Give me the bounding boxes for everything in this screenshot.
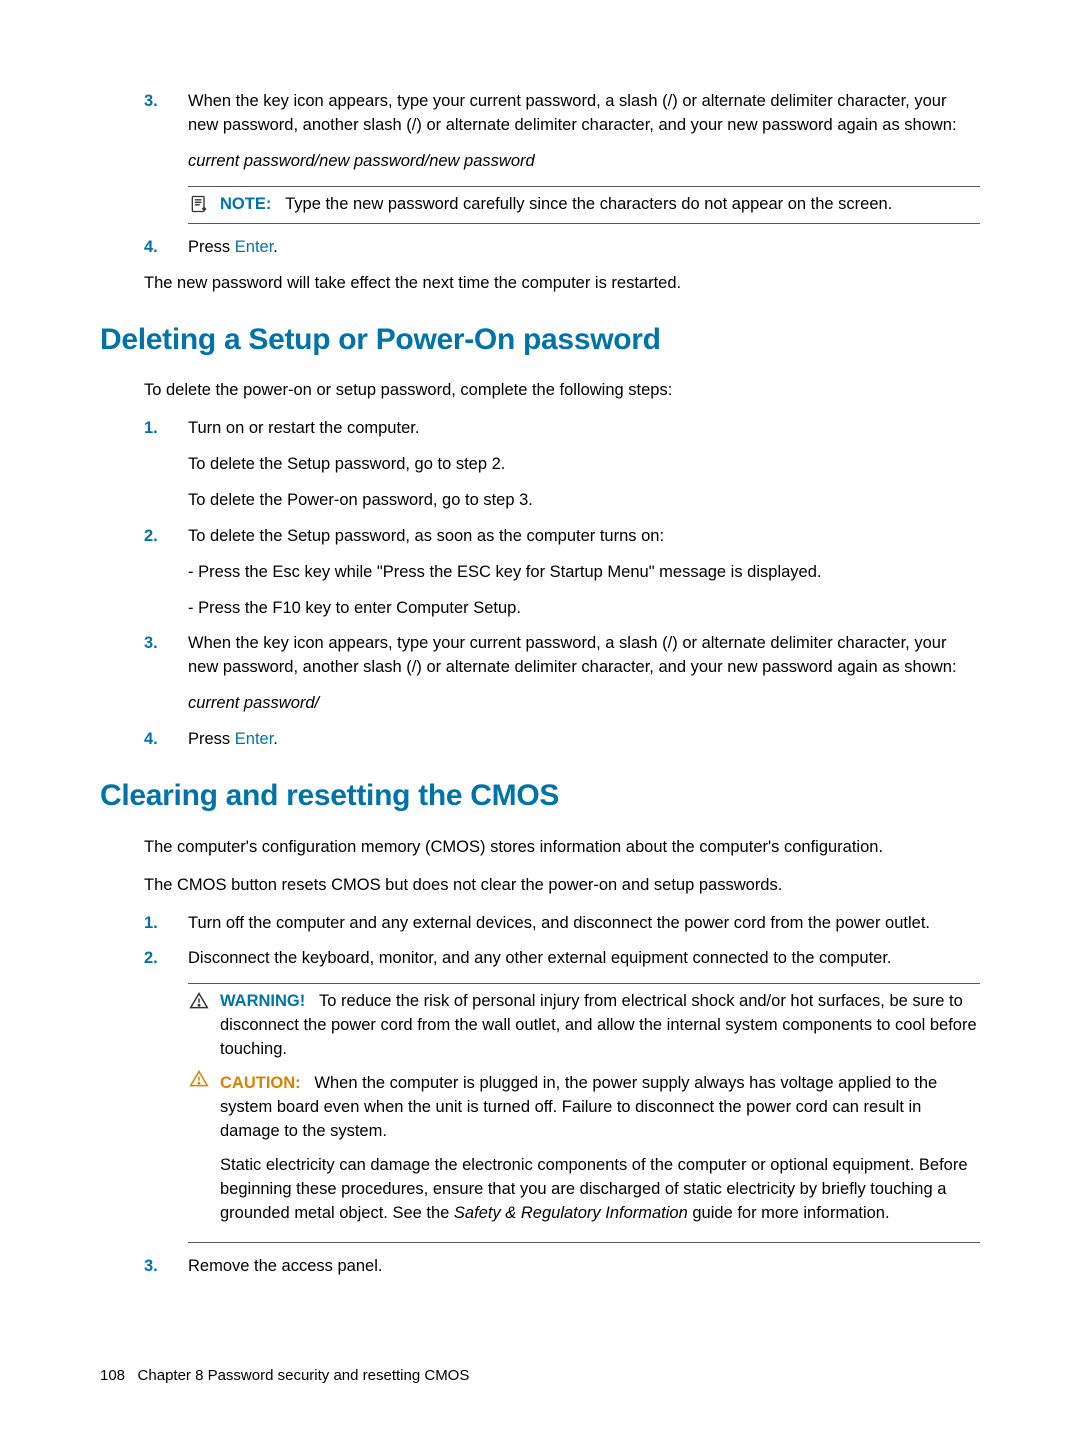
- list-item-4: 4. Press Enter.: [144, 236, 980, 260]
- step-text: Turn off the computer and any external d…: [188, 912, 980, 936]
- list-item-2: 2. To delete the Setup password, as soon…: [144, 525, 980, 621]
- warning-text: WARNING! To reduce the risk of personal …: [220, 990, 980, 1062]
- warning-label: WARNING!: [220, 992, 305, 1010]
- page-footer: 108 Chapter 8 Password security and rese…: [100, 1365, 469, 1387]
- step-text: Disconnect the keyboard, monitor, and an…: [188, 947, 980, 971]
- note-label: NOTE:: [220, 195, 271, 213]
- step-subtext: - Press the Esc key while "Press the ESC…: [188, 561, 980, 585]
- caution-icon: [188, 1068, 210, 1090]
- caution-text-2: Static electricity can damage the electr…: [220, 1154, 980, 1226]
- step-subtext: To delete the Setup password, go to step…: [188, 453, 980, 477]
- list-number: 1.: [144, 417, 188, 513]
- list-number: 3.: [144, 1255, 188, 1279]
- step-subtext: - Press the F10 key to enter Computer Se…: [188, 597, 980, 621]
- warning-callout: WARNING! To reduce the risk of personal …: [188, 983, 980, 1062]
- clearing-intro-2: The CMOS button resets CMOS but does not…: [144, 874, 980, 898]
- note-callout: NOTE: Type the new password carefully si…: [188, 186, 980, 224]
- caution-callout: CAUTION: When the computer is plugged in…: [188, 1062, 980, 1234]
- step-text: Press Enter.: [188, 728, 980, 752]
- warning-icon: [188, 990, 210, 1012]
- note-text: NOTE: Type the new password carefully si…: [220, 193, 980, 217]
- list-number: 4.: [144, 236, 188, 260]
- step-text: When the key icon appears, type your cur…: [188, 90, 980, 138]
- list-item-3: 3. When the key icon appears, type your …: [144, 632, 980, 716]
- step-subtext: To delete the Power-on password, go to s…: [188, 489, 980, 513]
- list-number: 2.: [144, 525, 188, 621]
- caution-text: CAUTION: When the computer is plugged in…: [220, 1072, 980, 1226]
- deleting-intro: To delete the power-on or setup password…: [144, 379, 980, 403]
- step-text: Turn on or restart the computer.: [188, 417, 980, 441]
- step-example: current password/new password/new passwo…: [188, 150, 980, 174]
- note-icon: [188, 193, 210, 215]
- step-example: current password/: [188, 692, 980, 716]
- list-item-1: 1. Turn off the computer and any externa…: [144, 912, 980, 936]
- page-number: 108: [100, 1367, 125, 1384]
- list-number: 4.: [144, 728, 188, 752]
- step-text: Press Enter.: [188, 236, 980, 260]
- clearing-intro-1: The computer's configuration memory (CMO…: [144, 836, 980, 860]
- step-text: When the key icon appears, type your cur…: [188, 632, 980, 680]
- list-item-3: 3. Remove the access panel.: [144, 1255, 980, 1279]
- list-number: 3.: [144, 632, 188, 716]
- heading-deleting: Deleting a Setup or Power-On password: [100, 318, 980, 362]
- caution-label: CAUTION:: [220, 1074, 301, 1092]
- outro-text: The new password will take effect the ne…: [144, 272, 980, 296]
- list-item-4: 4. Press Enter.: [144, 728, 980, 752]
- list-number: 1.: [144, 912, 188, 936]
- list-number: 3.: [144, 90, 188, 174]
- heading-clearing: Clearing and resetting the CMOS: [100, 774, 980, 818]
- step-text: To delete the Setup password, as soon as…: [188, 525, 980, 549]
- list-number: 2.: [144, 947, 188, 971]
- list-item-3: 3. When the key icon appears, type your …: [144, 90, 980, 174]
- list-item-1: 1. Turn on or restart the computer. To d…: [144, 417, 980, 513]
- list-item-2: 2. Disconnect the keyboard, monitor, and…: [144, 947, 980, 971]
- chapter-label: Chapter 8 Password security and resettin…: [138, 1367, 470, 1384]
- step-text: Remove the access panel.: [188, 1255, 980, 1279]
